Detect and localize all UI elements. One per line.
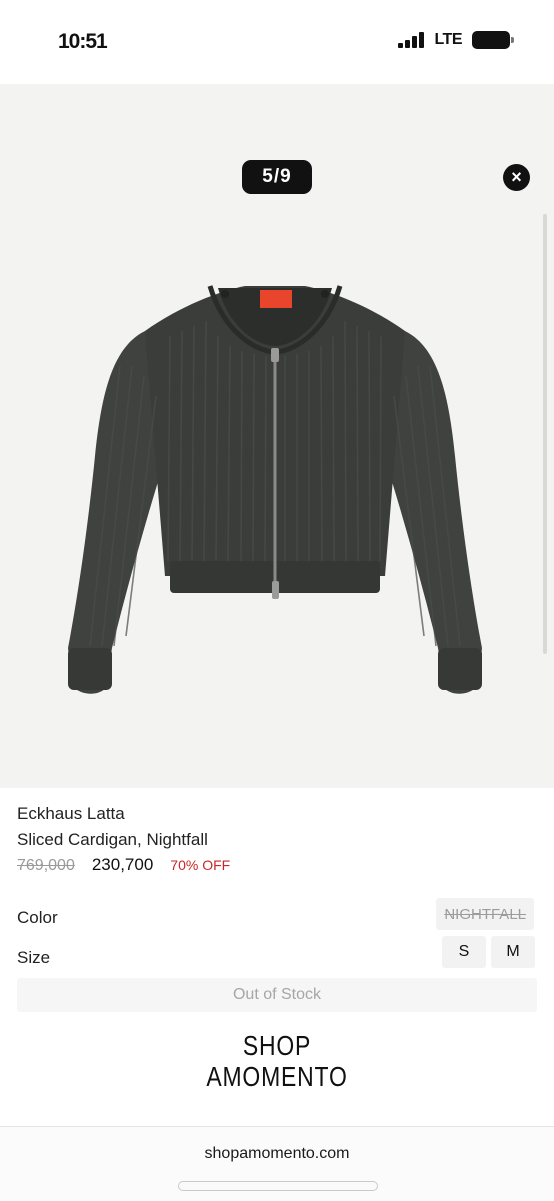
product-image bbox=[68, 285, 482, 694]
size-option-m[interactable]: M bbox=[491, 936, 535, 968]
color-option-nightfall[interactable]: NIGHTFALL bbox=[436, 898, 534, 930]
signal-icon bbox=[398, 32, 425, 48]
shop-logo-line1: SHOP bbox=[242, 1030, 312, 1061]
product-name: Sliced Cardigan, Nightfall bbox=[17, 830, 208, 849]
shop-logo-line2: AMOMENTO bbox=[206, 1061, 348, 1092]
size-label: Size bbox=[17, 948, 51, 967]
brand-label bbox=[260, 290, 292, 308]
scrollbar[interactable] bbox=[543, 214, 547, 654]
status-time: 10:51 bbox=[58, 30, 108, 53]
close-icon: × bbox=[511, 167, 522, 187]
color-label: Color bbox=[17, 908, 58, 927]
network-label: LTE bbox=[434, 31, 462, 48]
shop-logo: SHOP AMOMENTO bbox=[50, 1030, 504, 1092]
size-option-s[interactable]: S bbox=[442, 936, 486, 968]
status-icons: LTE bbox=[398, 31, 514, 49]
status-bar: 10:51 LTE bbox=[0, 0, 554, 84]
home-indicator bbox=[178, 1181, 378, 1191]
brand-name: Eckhaus Latta bbox=[17, 804, 125, 823]
battery-icon bbox=[472, 31, 514, 49]
discount-badge: 70% OFF bbox=[170, 857, 231, 873]
url-text[interactable]: shopamomento.com bbox=[0, 1145, 554, 1163]
close-button[interactable]: × bbox=[503, 164, 530, 191]
browser-url-bar[interactable]: shopamomento.com bbox=[0, 1126, 554, 1201]
original-price: 769,000 bbox=[17, 857, 75, 874]
image-gallery[interactable]: 5/9 × bbox=[0, 84, 554, 788]
price-row: 769,000 230,700 70% OFF bbox=[17, 855, 230, 875]
sale-price: 230,700 bbox=[91, 855, 154, 874]
image-counter: 5/9 bbox=[242, 160, 312, 194]
out-of-stock-button[interactable]: Out of Stock bbox=[17, 978, 537, 1012]
